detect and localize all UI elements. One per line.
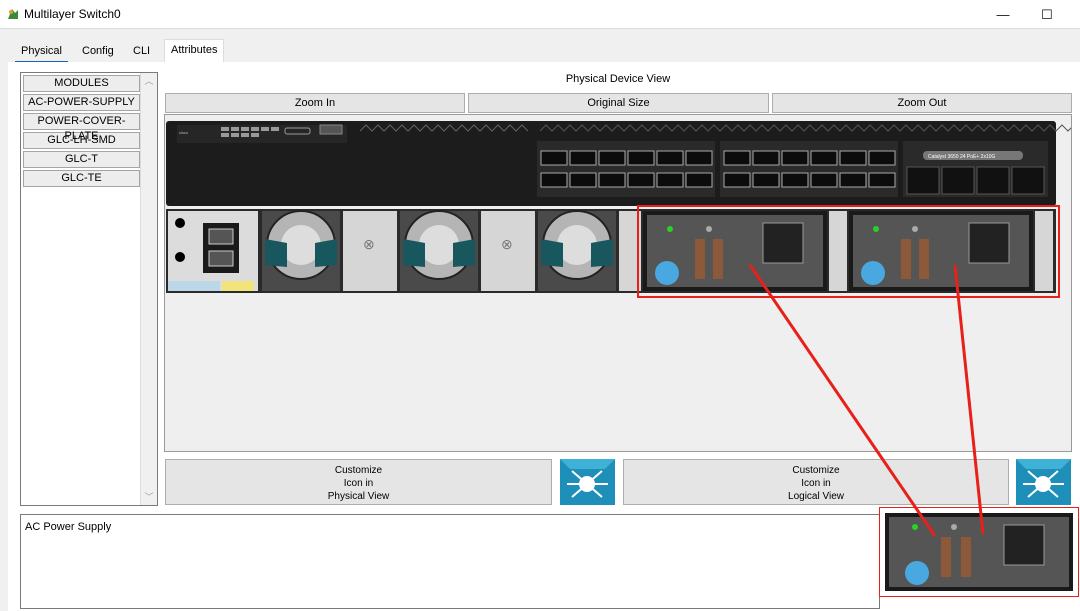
module-list-panel: MODULES AC-POWER-SUPPLY POWER-COVER-PLAT… xyxy=(20,72,158,506)
zoom-out-button[interactable]: Zoom Out xyxy=(772,93,1072,113)
customize-logical-icon-button[interactable]: Customize Icon in Logical View xyxy=(623,459,1009,505)
module-header: MODULES xyxy=(23,75,140,92)
module-scrollbar[interactable]: ︿ ﹀ xyxy=(140,73,157,505)
power-supply-slot-1[interactable] xyxy=(643,211,827,291)
module-power-cover-plate[interactable]: POWER-COVER-PLATE xyxy=(23,113,140,142)
tab-attributes[interactable]: Attributes xyxy=(164,39,225,63)
description-text: AC Power Supply xyxy=(25,521,112,533)
switch-rear-panel: ⊗ ⊗ xyxy=(166,209,1056,293)
scroll-up-icon[interactable]: ︿ xyxy=(141,73,157,89)
title-bar: Multilayer Switch0 — ☐ xyxy=(0,0,1080,29)
svg-text:⊗: ⊗ xyxy=(363,236,375,252)
svg-text:cisco: cisco xyxy=(179,130,189,135)
tab-physical[interactable]: Physical xyxy=(15,41,68,63)
maximize-button[interactable]: ☐ xyxy=(1024,0,1070,29)
fan-module-2 xyxy=(400,210,478,291)
module-description: AC Power Supply xyxy=(20,514,880,609)
port-block-2 xyxy=(720,141,898,197)
fan-module-1 xyxy=(262,210,340,291)
device-badge: Catalyst 3650 24 PoE+ 2x10G xyxy=(928,154,996,160)
switch-icon-physical[interactable] xyxy=(560,459,615,505)
customize-physical-line-2: Icon in xyxy=(343,478,374,489)
tab-bar: Physical Config CLI Attributes xyxy=(0,38,1080,63)
app-icon xyxy=(8,9,18,19)
tab-cli[interactable]: CLI xyxy=(127,41,156,63)
module-ac-power-supply[interactable]: AC-POWER-SUPPLY xyxy=(23,94,140,111)
customize-physical-line-1: Customize xyxy=(334,465,383,476)
scroll-down-icon[interactable]: ﹀ xyxy=(141,489,157,505)
switch-icon-logical[interactable] xyxy=(1016,459,1071,505)
customize-physical-icon-button[interactable]: Customize Icon in Physical View xyxy=(165,459,552,505)
physical-view-title: Physical Device View xyxy=(565,73,671,85)
customize-logical-line-1: Customize xyxy=(792,465,840,476)
minimize-button[interactable]: — xyxy=(980,0,1026,29)
window-title: Multilayer Switch0 xyxy=(24,7,121,21)
power-supply-slot-2[interactable] xyxy=(849,211,1033,291)
tab-config[interactable]: Config xyxy=(76,41,120,63)
switch-front-panel: cisco Catalyst 3650 24 PoE+ 2x10G xyxy=(166,121,1080,206)
customize-physical-line-3: Physical View xyxy=(327,491,390,502)
svg-text:⊗: ⊗ xyxy=(501,236,513,252)
module-glc-te[interactable]: GLC-TE xyxy=(23,170,140,187)
uplink-module: Catalyst 3650 24 PoE+ 2x10G xyxy=(903,141,1048,197)
original-size-button[interactable]: Original Size xyxy=(468,93,769,113)
module-glc-lh-smd[interactable]: GLC-LH-SMD xyxy=(23,132,140,149)
customize-logical-line-3: Logical View xyxy=(788,491,844,502)
physical-device-view[interactable]: cisco Catalyst 3650 24 PoE+ 2x10G ⊗ ⊗ xyxy=(164,114,1080,452)
module-glc-t[interactable]: GLC-T xyxy=(23,151,140,168)
port-block-1 xyxy=(537,141,715,197)
customize-logical-line-2: Icon in xyxy=(801,478,831,489)
fan-module-3 xyxy=(538,210,616,291)
switch-device-illustration: cisco Catalyst 3650 24 PoE+ 2x10G ⊗ ⊗ xyxy=(166,121,1080,293)
module-list: MODULES AC-POWER-SUPPLY POWER-COVER-PLAT… xyxy=(23,75,141,189)
zoom-in-button[interactable]: Zoom In xyxy=(165,93,465,113)
module-preview-image xyxy=(879,507,1079,597)
